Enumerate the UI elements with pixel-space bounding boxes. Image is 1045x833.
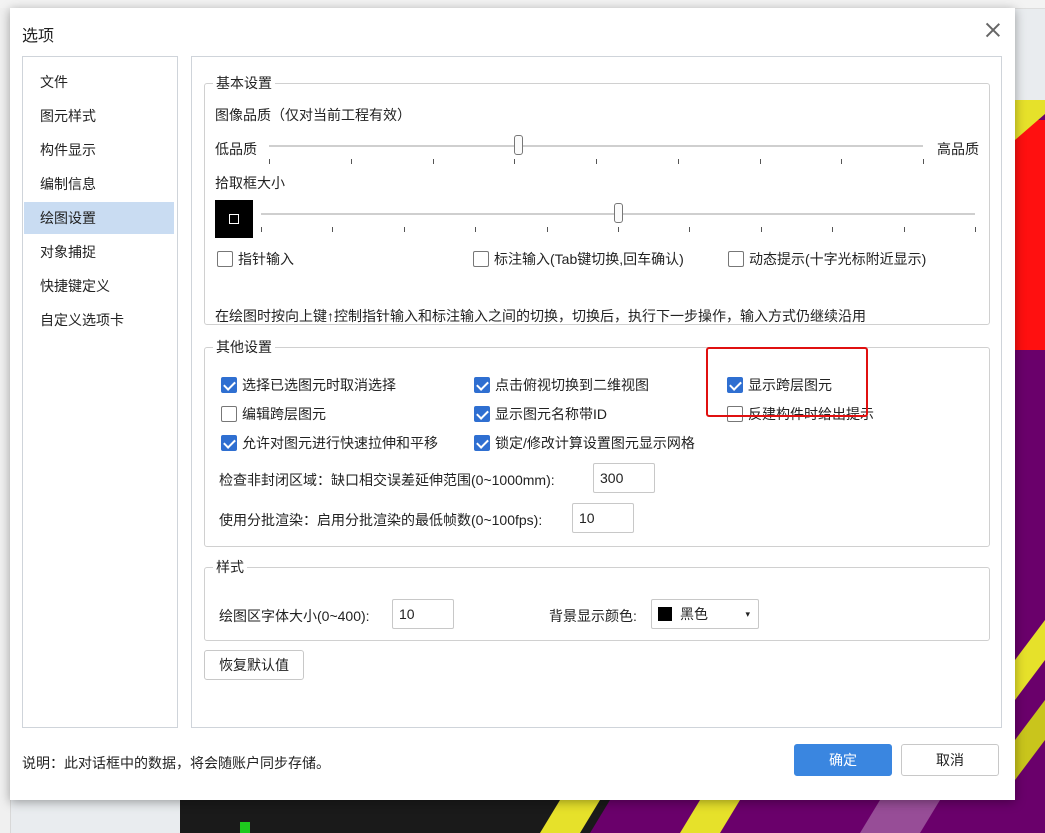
non-closed-check-label: 检查非封闭区域：缺口相交误差延伸范围(0~1000mm):: [219, 472, 555, 488]
gap-range-input[interactable]: 300: [593, 463, 655, 493]
edit-cross-layer-checkbox[interactable]: 编辑跨层图元: [221, 404, 326, 424]
slider-tick: [332, 227, 334, 232]
slider-tick: [261, 227, 262, 232]
pick-box-square-icon: [229, 214, 239, 224]
dialog-title: 选项: [22, 28, 55, 45]
slider-tick: [760, 227, 762, 232]
checkbox-label: 锁定/修改计算设置图元显示网格: [495, 435, 695, 451]
checkbox-checked-icon: [474, 377, 490, 393]
checkbox-checked-icon: [474, 406, 490, 422]
slider-tick: [514, 159, 516, 164]
footer-note: 说明：此对话框中的数据，将会随账户同步存储。: [22, 755, 330, 771]
slider-tick: [903, 227, 905, 232]
chevron-down-icon: ▾: [745, 609, 750, 619]
slider-tick: [759, 159, 761, 164]
bg-color-label: 背景显示颜色:: [549, 608, 637, 624]
checkbox-checked-icon: [474, 435, 490, 451]
checkbox-label: 动态提示(十字光标附近显示): [749, 251, 927, 267]
low-quality-label: 低品质: [215, 141, 257, 157]
slider-tick: [475, 227, 477, 232]
deselect-selected-checkbox[interactable]: 选择已选图元时取消选择: [221, 375, 396, 395]
options-nav: 文件 图元样式 构件显示 编制信息 绘图设置 对象捕捉 快捷键定义 自定义选项卡: [22, 56, 178, 728]
checkbox-label: 编辑跨层图元: [242, 406, 326, 422]
cancel-button[interactable]: 取消: [901, 744, 999, 776]
show-name-with-id-checkbox[interactable]: 显示图元名称带ID: [474, 404, 607, 424]
quality-slider-thumb[interactable]: [513, 135, 523, 155]
checkbox-checked-icon: [221, 377, 237, 393]
style-group: 样式 绘图区字体大小(0~400): 10 背景显示颜色: 黑色 ▾: [204, 557, 990, 641]
background-viewport-bottom: [180, 800, 1015, 833]
checkbox-unchecked-icon: [221, 406, 237, 422]
pick-box-size-label: 拾取框大小: [215, 175, 285, 191]
viewport-graphics: [1015, 100, 1045, 780]
style-legend: 样式: [216, 559, 244, 575]
checkbox-unchecked-icon: [728, 251, 744, 267]
high-quality-label: 高品质: [937, 141, 979, 157]
slider-tick: [350, 159, 352, 164]
nav-item-drawing-settings[interactable]: 绘图设置: [24, 202, 174, 234]
batch-render-label: 使用分批渲染：启用分批渲染的最低帧数(0~100fps):: [219, 512, 543, 528]
slider-tick: [923, 159, 924, 164]
other-settings-legend: 其他设置: [216, 339, 272, 355]
slider-tick: [618, 227, 619, 232]
ok-button[interactable]: 确定: [794, 744, 892, 776]
slider-tick: [546, 227, 548, 232]
quick-stretch-move-checkbox[interactable]: 允许对图元进行快速拉伸和平移: [221, 433, 438, 453]
basic-settings-group: 基本设置 图像品质（仅对当前工程有效） 低品质 高品质 拾取框大小 指针输入 标…: [204, 73, 990, 325]
nav-item-file[interactable]: 文件: [24, 66, 174, 98]
checkbox-unchecked-icon: [473, 251, 489, 267]
background-3d-viewport: [1015, 100, 1045, 833]
checkbox-label: 指针输入: [238, 251, 294, 267]
dynamic-hint-checkbox[interactable]: 动态提示(十字光标附近显示): [728, 249, 926, 269]
nav-item-custom-tabs[interactable]: 自定义选项卡: [24, 304, 174, 336]
font-size-label: 绘图区字体大小(0~400):: [219, 608, 370, 624]
close-icon[interactable]: [983, 20, 1003, 40]
viewport-graphics-bottom: [240, 800, 1015, 833]
slider-tick: [975, 227, 976, 232]
pick-slider-thumb[interactable]: [614, 203, 623, 223]
quality-slider-track: [269, 145, 923, 147]
font-size-input[interactable]: 10: [392, 599, 454, 629]
pointer-input-checkbox[interactable]: 指针输入: [217, 249, 294, 269]
slider-tick: [596, 159, 597, 164]
input-switch-hint: 在绘图时按向上键↑控制指针输入和标注输入之间的切换，切换后，执行下一步操作，输入…: [215, 308, 866, 324]
options-dialog: 选项 文件 图元样式 构件显示 编制信息 绘图设置 对象捕捉 快捷键定义 自定义…: [10, 8, 1015, 800]
nav-item-component-display[interactable]: 构件显示: [24, 134, 174, 166]
annotation-highlight-box: [706, 347, 868, 417]
settings-panel: 基本设置 图像品质（仅对当前工程有效） 低品质 高品质 拾取框大小 指针输入 标…: [191, 56, 1002, 728]
checkbox-label: 点击俯视切换到二维视图: [495, 377, 649, 393]
nav-item-object-snap[interactable]: 对象捕捉: [24, 236, 174, 268]
dimension-input-checkbox[interactable]: 标注输入(Tab键切换,回车确认): [473, 249, 684, 269]
nav-item-edit-info[interactable]: 编制信息: [24, 168, 174, 200]
image-quality-label: 图像品质（仅对当前工程有效）: [215, 107, 411, 123]
pick-box-preview: [215, 200, 253, 238]
bg-color-value: 黑色: [680, 606, 708, 622]
checkbox-label: 显示图元名称带ID: [495, 406, 607, 422]
min-fps-input[interactable]: 10: [572, 503, 634, 533]
checkbox-unchecked-icon: [217, 251, 233, 267]
slider-tick: [432, 159, 434, 164]
checkbox-label: 选择已选图元时取消选择: [242, 377, 396, 393]
nav-item-shortcuts[interactable]: 快捷键定义: [24, 270, 174, 302]
bg-color-select[interactable]: 黑色 ▾: [651, 599, 759, 629]
other-settings-group: 其他设置 选择已选图元时取消选择 点击俯视切换到二维视图 显示跨层图元 编辑跨层…: [204, 337, 990, 547]
checkbox-checked-icon: [221, 435, 237, 451]
slider-tick: [832, 227, 834, 232]
slider-tick: [269, 159, 270, 164]
black-swatch-icon: [658, 607, 672, 621]
basic-settings-legend: 基本设置: [216, 75, 272, 91]
slider-tick: [677, 159, 679, 164]
top-view-2d-checkbox[interactable]: 点击俯视切换到二维视图: [474, 375, 649, 395]
checkbox-label: 允许对图元进行快速拉伸和平移: [242, 435, 438, 451]
slider-tick: [403, 227, 405, 232]
nav-item-element-style[interactable]: 图元样式: [24, 100, 174, 132]
restore-defaults-button[interactable]: 恢复默认值: [204, 650, 304, 680]
slider-tick: [689, 227, 691, 232]
slider-tick: [841, 159, 843, 164]
checkbox-label: 标注输入(Tab键切换,回车确认): [494, 251, 684, 267]
lock-grid-display-checkbox[interactable]: 锁定/修改计算设置图元显示网格: [474, 433, 695, 453]
